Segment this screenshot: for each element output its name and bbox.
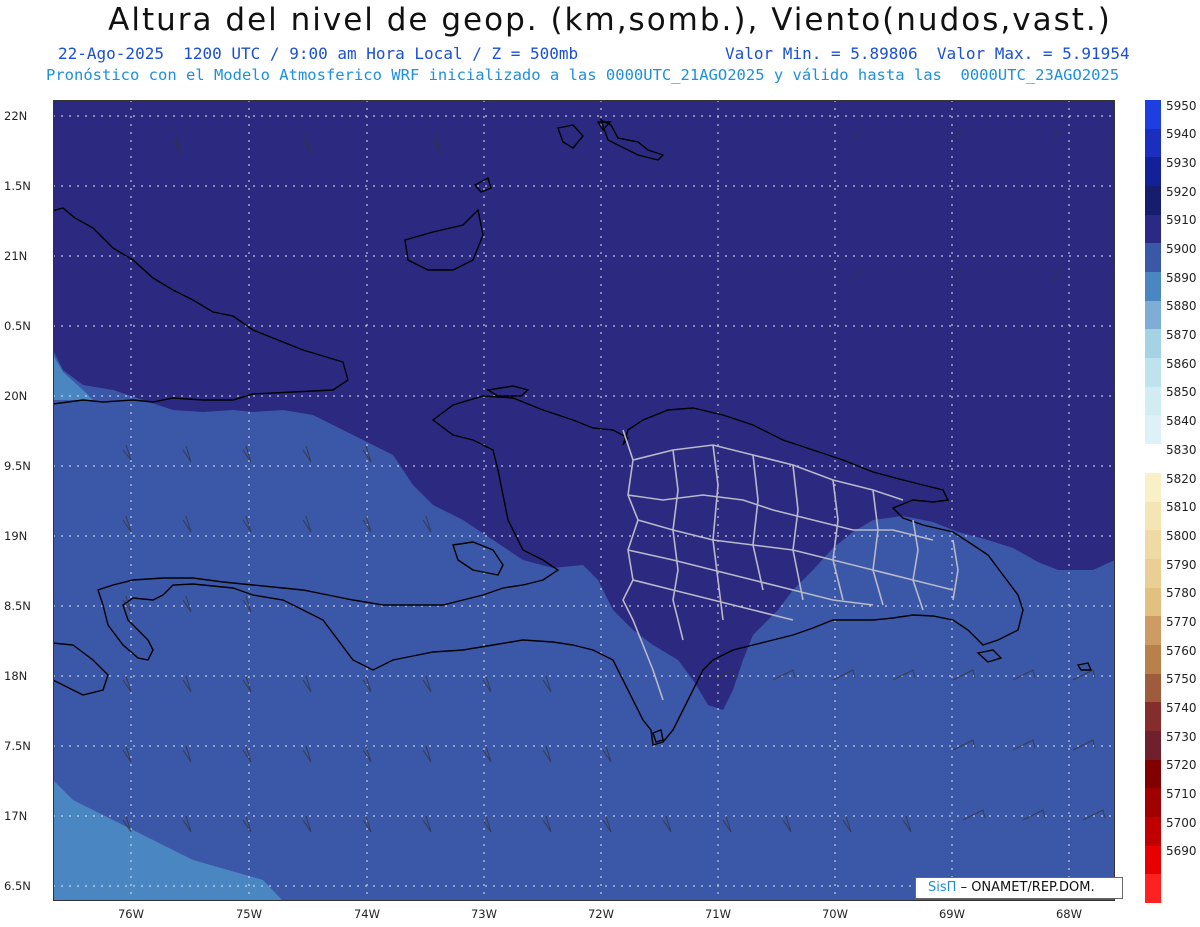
- lat-label: 18N: [4, 669, 28, 683]
- color-scale-segment: [1145, 386, 1161, 416]
- color-scale-segment: [1145, 759, 1161, 789]
- color-scale-label: 5700: [1166, 815, 1197, 830]
- lat-label: 17N: [4, 809, 28, 823]
- color-scale-segment: [1145, 128, 1161, 158]
- color-scale-label: 5750: [1166, 672, 1197, 687]
- color-scale-label: 5830: [1166, 442, 1197, 457]
- color-scale-segment: [1145, 272, 1161, 302]
- forecast-time-line: 22-Ago-2025 1200 UTC / 9:00 am Hora Loca…: [58, 44, 1130, 63]
- color-scale-label: 5900: [1166, 242, 1197, 257]
- color-scale-segment: [1145, 530, 1161, 560]
- lat-label: 22N: [4, 109, 28, 123]
- color-scale-segment: [1145, 874, 1161, 904]
- color-scale-label: 5950: [1166, 98, 1197, 113]
- lon-label: 72W: [587, 907, 614, 921]
- lat-label: 19N: [4, 529, 28, 543]
- color-scale-segment: [1145, 501, 1161, 531]
- lat-label: 8.5N: [4, 599, 31, 613]
- color-scale-label: 5880: [1166, 299, 1197, 314]
- color-scale-segment: [1145, 444, 1161, 474]
- lat-label: 1.5N: [4, 179, 31, 193]
- sispi-logo: SisΠ: [928, 880, 957, 895]
- color-scale-label: 5710: [1166, 786, 1197, 801]
- credit-box: SisΠ – ONAMET/REP.DOM.: [915, 877, 1123, 899]
- color-scale-segment: [1145, 558, 1161, 589]
- color-scale-segment: [1145, 358, 1161, 388]
- color-scale-label: 5740: [1166, 700, 1197, 715]
- color-scale-label: 5690: [1166, 844, 1197, 859]
- lon-label: 68W: [1055, 907, 1082, 921]
- geopotential-map: [53, 100, 1115, 901]
- lat-label: 0.5N: [4, 319, 31, 333]
- color-scale-segment: [1145, 845, 1161, 875]
- lat-label: 9.5N: [4, 459, 31, 473]
- color-scale-label: 5920: [1166, 184, 1197, 199]
- min-max-values: Valor Min. = 5.89806 Valor Max. = 5.9195…: [725, 44, 1130, 63]
- color-scale-segment: [1145, 587, 1161, 617]
- lon-label: 74W: [353, 907, 380, 921]
- color-scale-label: 5780: [1166, 586, 1197, 601]
- color-scale-label: 5790: [1166, 557, 1197, 572]
- model-info-line: Pronóstico con el Modelo Atmosferico WRF…: [46, 66, 1120, 84]
- lat-label: 20N: [4, 389, 28, 403]
- color-scale-label: 5820: [1166, 471, 1197, 486]
- color-scale-segment: [1145, 415, 1161, 445]
- lon-label: 70W: [821, 907, 848, 921]
- lon-label: 75W: [235, 907, 262, 921]
- color-scale-label: 5870: [1166, 328, 1197, 343]
- color-scale-segment: [1145, 329, 1161, 359]
- color-scale-segment: [1145, 472, 1161, 502]
- color-scale-segment: [1145, 673, 1161, 703]
- color-scale-label: 5720: [1166, 758, 1197, 773]
- color-scale-label: 5860: [1166, 356, 1197, 371]
- map-title: Altura del nivel de geop. (km,somb.), Vi…: [108, 2, 1112, 38]
- lon-label: 73W: [470, 907, 497, 921]
- lon-label: 69W: [938, 907, 965, 921]
- color-scale-label: 5910: [1166, 213, 1197, 228]
- color-scale-segment: [1145, 616, 1161, 646]
- color-scale-segment: [1145, 100, 1161, 130]
- color-scale-label: 5930: [1166, 156, 1197, 171]
- lon-label: 76W: [117, 907, 144, 921]
- color-scale-segment: [1145, 214, 1161, 244]
- color-scale-segment: [1145, 300, 1161, 330]
- color-scale-segment: [1145, 788, 1161, 818]
- color-scale-label: 5940: [1166, 127, 1197, 142]
- color-scale-bar: [1145, 100, 1161, 904]
- lat-label: 7.5N: [4, 739, 31, 753]
- color-scale-segment: [1145, 730, 1161, 761]
- color-scale-segment: [1145, 816, 1161, 847]
- color-scale-label: 5810: [1166, 500, 1197, 515]
- color-scale-segment: [1145, 644, 1161, 675]
- color-scale-label: 5770: [1166, 614, 1197, 629]
- color-scale-label: 5730: [1166, 729, 1197, 744]
- color-scale-label: 5760: [1166, 643, 1197, 658]
- valid-time-text: 22-Ago-2025 1200 UTC / 9:00 am Hora Loca…: [58, 44, 579, 63]
- color-scale-segment: [1145, 243, 1161, 273]
- color-scale-label: 5890: [1166, 270, 1197, 285]
- lat-label: 6.5N: [4, 879, 31, 893]
- color-scale-segment: [1145, 157, 1161, 187]
- credit-text: – ONAMET/REP.DOM.: [960, 880, 1095, 895]
- color-scale-segment: [1145, 186, 1161, 216]
- color-scale-label: 5850: [1166, 385, 1197, 400]
- color-scale-segment: [1145, 702, 1161, 732]
- lat-label: 21N: [4, 249, 28, 263]
- color-scale-label: 5800: [1166, 528, 1197, 543]
- lon-label: 71W: [704, 907, 731, 921]
- color-scale-label: 5840: [1166, 414, 1197, 429]
